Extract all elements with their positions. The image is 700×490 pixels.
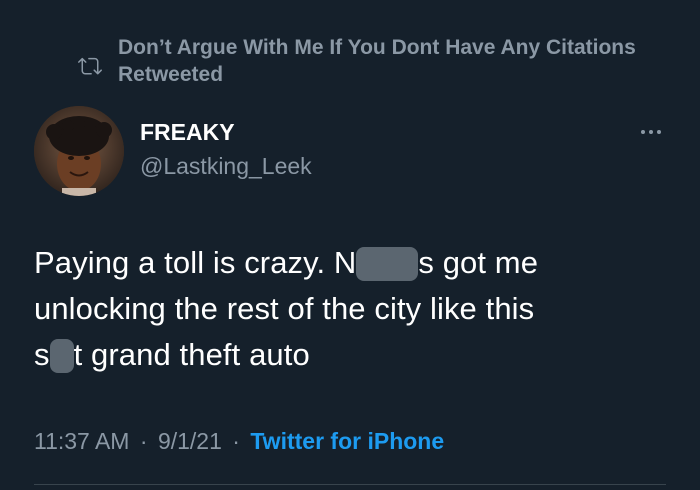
retweeted-by-text[interactable]: Don’t Argue With Me If You Dont Have Any…: [118, 34, 638, 88]
avatar-image: [34, 106, 124, 196]
display-name[interactable]: FREAKY: [140, 118, 312, 146]
tweet-line-2: unlocking the rest of the city like this: [34, 286, 674, 332]
tweet-meta: 11:37 AM · 9/1/21 · Twitter for iPhone: [34, 426, 444, 456]
tweet-text-segment: Paying a toll is crazy. N: [34, 245, 357, 280]
dot-icon: [641, 130, 645, 134]
avatar[interactable]: [34, 106, 124, 196]
tweet-text: Paying a toll is crazy. N s got me unlock…: [34, 240, 674, 378]
user-info[interactable]: FREAKY @Lastking_Leek: [140, 118, 312, 181]
tweet-line-3: s t grand theft auto: [34, 332, 674, 378]
divider: [34, 484, 666, 485]
meta-separator: ·: [232, 428, 240, 454]
retweet-icon: [78, 57, 102, 75]
tweet-text-segment: s got me: [418, 245, 539, 280]
tweet-container[interactable]: Don’t Argue With Me If You Dont Have Any…: [0, 0, 700, 490]
dot-icon: [657, 130, 661, 134]
censor-blur: [49, 338, 74, 373]
dot-icon: [649, 130, 653, 134]
tweet-text-segment: t grand theft auto: [73, 337, 310, 372]
more-options-icon[interactable]: [634, 124, 668, 140]
censor-blur: [356, 246, 419, 281]
tweet-time[interactable]: 11:37 AM: [34, 428, 129, 454]
tweet-source-link[interactable]: Twitter for iPhone: [250, 428, 444, 454]
meta-separator: ·: [139, 428, 148, 454]
tweet-text-segment: unlocking the rest of the city like this: [34, 291, 535, 326]
tweet-text-segment: s: [34, 337, 50, 372]
user-handle[interactable]: @Lastking_Leek: [140, 151, 312, 181]
retweet-context: Don’t Argue With Me If You Dont Have Any…: [78, 34, 638, 88]
tweet-line-1: Paying a toll is crazy. N s got me: [34, 240, 674, 286]
tweet-date[interactable]: 9/1/21: [158, 428, 222, 454]
